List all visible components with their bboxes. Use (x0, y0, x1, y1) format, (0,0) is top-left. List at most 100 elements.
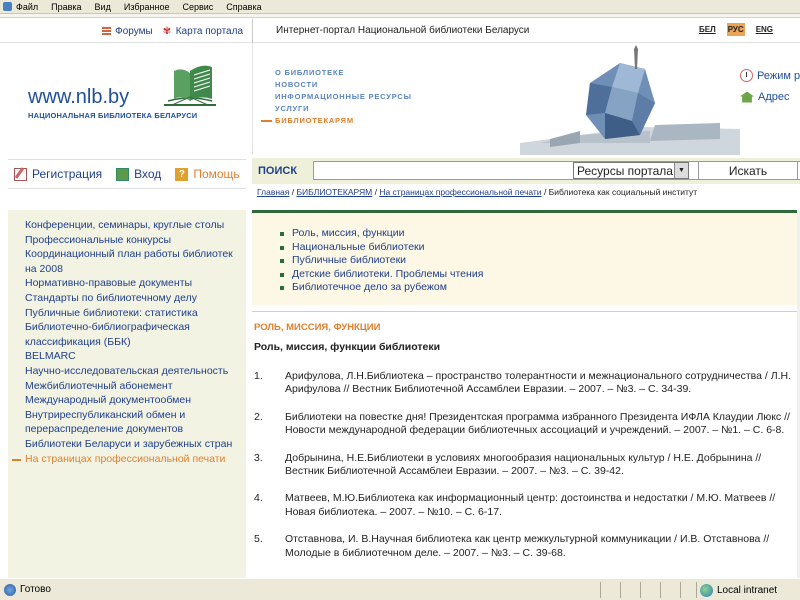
register-label: Регистрация (32, 167, 103, 181)
leftnav-item-classification[interactable]: Библиотечно-библиографическая классифика… (25, 320, 246, 349)
left-nav: Конференции, семинары, круглые столы Про… (8, 210, 246, 578)
leftnav-item-domestic-exchange[interactable]: Внутриреспубликанский обмен и перераспре… (25, 408, 246, 437)
open-book-logo-icon (164, 65, 216, 106)
ref-number: 1. (254, 370, 263, 382)
reference-list: 1. Арифулова, Л.Н.Библиотека – пространс… (254, 370, 794, 574)
lang-rus[interactable]: РУС (726, 23, 745, 36)
status-cell (600, 582, 601, 598)
language-switcher: БЕЛ РУС ENG (698, 23, 774, 36)
ref-number: 5. (254, 533, 263, 546)
nav-news[interactable]: НОВОСТИ (275, 80, 412, 89)
lang-bel[interactable]: БЕЛ (698, 23, 717, 36)
status-text: Готово (20, 584, 51, 595)
leftnav-item-coordination-plan[interactable]: Координационный план работы библиотек на… (25, 247, 246, 276)
breadcrumb-librarians[interactable]: БИБЛИОТЕКАРЯМ (296, 187, 372, 197)
ref-text: Матвеев, М.Ю.Библиотека как информационн… (285, 492, 776, 518)
portal-map-label: Карта портала (175, 25, 243, 37)
subnav-item-national[interactable]: Национальные библиотеки (280, 241, 800, 255)
address-link[interactable]: Адрес (740, 91, 800, 103)
help-link[interactable]: ? Помощь (175, 167, 240, 181)
menu-help[interactable]: Справка (226, 2, 261, 12)
leftnav-item-research[interactable]: Научно-исследовательская деятельность (25, 364, 246, 379)
user-bar: Регистрация Вход ? Помощь (8, 159, 246, 189)
leftnav-item-standards[interactable]: Стандарты по библиотечному делу (25, 291, 246, 306)
portal-map-link[interactable]: ✾ Карта портала (163, 26, 243, 37)
ref-number: 4. (254, 492, 263, 505)
house-icon (740, 91, 754, 103)
leftnav-item-press[interactable]: На страницах профессиональной печати (12, 452, 246, 467)
subnav-item-role[interactable]: Роль, миссия, функции (280, 227, 800, 241)
status-cell (620, 582, 621, 598)
breadcrumb-press[interactable]: На страницах профессиональной печати (379, 187, 541, 197)
leftnav-item-intl-exchange[interactable]: Международный документообмен (25, 393, 246, 408)
search-button[interactable]: Искать (698, 161, 798, 180)
subnav-item-children[interactable]: Детские библиотеки. Проблемы чтения (280, 268, 800, 282)
divider (252, 19, 253, 43)
list-item: 3. Добрынина, Н.Е.Библиотеки в условиях … (254, 452, 794, 479)
search-bar: ПОИСК Ресурсы портала ▼ Искать (252, 158, 800, 184)
leftnav-item-legal-docs[interactable]: Нормативно-правовые документы (25, 276, 246, 291)
subnav-item-public[interactable]: Публичные библиотеки (280, 254, 800, 268)
site-url: www.nlb.by (28, 86, 130, 108)
ref-text: Отставнова, И. В.Научная библиотека как … (285, 533, 770, 559)
ref-number: 3. (254, 451, 263, 464)
login-link[interactable]: Вход (116, 167, 161, 181)
library-name: НАЦИОНАЛЬНАЯ БИБЛИОТЕКА БЕЛАРУСИ (28, 111, 198, 120)
menu-view[interactable]: Вид (95, 2, 111, 12)
ref-text: Добрынина, Н.Е.Библиотеки в условиях мно… (285, 451, 762, 478)
lang-eng[interactable]: ENG (755, 23, 774, 36)
menu-tools[interactable]: Сервис (182, 2, 213, 12)
toolbar-edge (0, 14, 800, 18)
pen-icon (14, 167, 27, 181)
page-icon (4, 583, 16, 596)
browser-icon (3, 2, 12, 11)
divider (252, 43, 253, 155)
leftnav-item-belmarc[interactable]: BELMARC (25, 349, 246, 364)
list-item: 5. Отставнова, И. В.Научная библиотека к… (254, 533, 794, 560)
menu-edit[interactable]: Правка (51, 2, 81, 12)
nav-services[interactable]: УСЛУГИ (275, 104, 412, 113)
status-cell (660, 582, 661, 598)
subnav: Роль, миссия, функции Национальные библи… (252, 213, 800, 305)
address-label: Адрес (758, 91, 790, 103)
leftnav-item-contests[interactable]: Профессиональные конкурсы (25, 233, 246, 248)
chevron-down-icon[interactable]: ▼ (674, 163, 688, 178)
leftnav-item-libraries[interactable]: Библиотеки Беларуси и зарубежных стран (25, 437, 246, 452)
search-scope-select[interactable]: Ресурсы портала ▼ (573, 162, 689, 179)
search-label: ПОИСК (258, 165, 298, 177)
subnav-item-abroad[interactable]: Библиотечное дело за рубежом (280, 281, 800, 295)
ref-number: 2. (254, 410, 263, 423)
library-building-image (520, 43, 740, 155)
schedule-link[interactable]: Режим р (740, 69, 800, 82)
zone-label: Local intranet (717, 585, 778, 596)
leftnav-item-statistics[interactable]: Публичные библиотеки: статистика (25, 306, 246, 321)
breadcrumb-current: Библиотека как социальный институт (548, 187, 698, 197)
portal-title: Интернет-портал Национальной библиотеки … (276, 25, 530, 36)
list-item: 1. Арифулова, Л.Н.Библиотека – пространс… (254, 370, 794, 397)
nav-librarians[interactable]: БИБЛИОТЕКАРЯМ (261, 116, 412, 125)
forums-link[interactable]: Форумы (102, 26, 153, 37)
search-scope-value: Ресурсы портала (577, 163, 673, 178)
list-item: 4. Матвеев, М.Ю.Библиотека как информаци… (254, 492, 794, 519)
menu-bar: Файл Правка Вид Избранное Сервис Справка (0, 0, 800, 14)
ref-text: Библиотеки на повестке дня! Президентска… (285, 410, 790, 437)
menu-file[interactable]: Файл (16, 2, 38, 12)
login-icon (116, 167, 130, 181)
nav-about[interactable]: О БИБЛИОТЕКЕ (275, 68, 412, 77)
leftnav-item-conferences[interactable]: Конференции, семинары, круглые столы (25, 218, 246, 233)
status-bar: Готово Local intranet (0, 578, 800, 600)
forums-label: Форумы (115, 25, 153, 37)
nav-resources[interactable]: ИНФОРМАЦИОННЫЕ РЕСУРСЫ (275, 92, 412, 101)
logo-area[interactable]: www.nlb.by НАЦИОНАЛЬНАЯ БИБЛИОТЕКА БЕЛАР… (0, 43, 248, 155)
leftnav-item-interlibrary-loan[interactable]: Межбиблиотечный абонемент (25, 379, 246, 394)
schedule-label: Режим р (757, 69, 800, 82)
status-cell (680, 582, 681, 598)
security-zone[interactable]: Local intranet (700, 584, 777, 597)
list-item: 2. Библиотеки на повестке дня! Президент… (254, 411, 794, 438)
header-links: Режим р Адрес (740, 69, 800, 103)
register-link[interactable]: Регистрация (14, 167, 102, 181)
menu-favorites[interactable]: Избранное (124, 2, 170, 12)
breadcrumb-home[interactable]: Главная (257, 187, 289, 197)
question-icon: ? (175, 167, 189, 181)
section-title: РОЛЬ, МИССИЯ, ФУНКЦИИ (254, 322, 381, 333)
